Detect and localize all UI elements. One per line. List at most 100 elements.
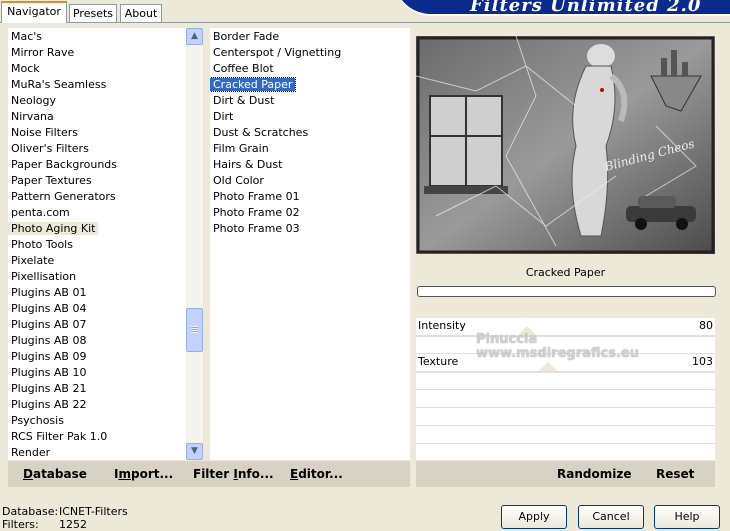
slider-intensity[interactable]: Intensity 80	[416, 318, 715, 337]
filters-count: 1252	[59, 518, 87, 531]
cancel-button[interactable]: Cancel	[578, 505, 644, 529]
preview-image: Blinding Cheos	[416, 36, 715, 254]
watermark-url: www.msdiregrafics.eu	[476, 346, 639, 361]
database-button[interactable]: Database	[23, 461, 87, 487]
item-label: Render	[11, 446, 51, 459]
tab-navigator[interactable]: Navigator	[1, 1, 67, 23]
filter-item[interactable]: Centerspot / Vignetting	[210, 45, 344, 61]
filter-item[interactable]: Coffee Blot	[210, 61, 277, 77]
category-item[interactable]: Plugins AB 04	[8, 301, 89, 317]
scroll-thumb[interactable]	[186, 308, 203, 352]
filter-item[interactable]: Photo Frame 01	[210, 189, 303, 205]
tab-about[interactable]: About	[120, 4, 162, 22]
reset-button[interactable]: Reset	[656, 461, 694, 487]
filter-item[interactable]: Cracked Paper	[210, 77, 297, 93]
param-label: Texture	[418, 355, 459, 368]
filter-item[interactable]: Film Grain	[210, 141, 272, 157]
category-item[interactable]: RCS Filter Pak 1.0	[8, 429, 110, 445]
item-label: penta.com	[11, 206, 70, 219]
item-label: Plugins AB 08	[11, 334, 87, 347]
editor-button[interactable]: Editor...	[290, 461, 343, 487]
category-item[interactable]: Photo Aging Kit	[8, 221, 99, 237]
filter-item[interactable]: Dirt	[210, 109, 236, 125]
item-label: Hairs & Dust	[213, 158, 283, 171]
category-item[interactable]: Photo Tools	[8, 237, 76, 253]
filter-item[interactable]: Dirt & Dust	[210, 93, 277, 109]
category-item[interactable]: Plugins AB 22	[8, 397, 89, 413]
category-item[interactable]: Pixellisation	[8, 269, 79, 285]
progress-bar	[417, 286, 716, 297]
filter-item[interactable]: Border Fade	[210, 29, 282, 45]
filter-list[interactable]: Border Fade Centerspot / Vignetting Coffee…	[210, 28, 410, 460]
watermark-name: Pinuccia	[476, 332, 538, 347]
category-item[interactable]: Nirvana	[8, 109, 57, 125]
category-item[interactable]: Psychosis	[8, 413, 67, 429]
category-item[interactable]: Oliver's Filters	[8, 141, 92, 157]
apply-button[interactable]: Apply	[501, 505, 567, 529]
category-item[interactable]: Paper Textures	[8, 173, 95, 189]
category-list[interactable]: Mac's Mirror Rave Mock MuRa's Seamless Neolo…	[8, 28, 186, 460]
category-item[interactable]: Plugins AB 21	[8, 381, 89, 397]
item-label: Photo Frame 01	[213, 190, 300, 203]
item-label: Border Fade	[213, 30, 280, 43]
preview-filter-name: Cracked Paper	[416, 263, 715, 283]
filter-item[interactable]: Photo Frame 03	[210, 221, 303, 237]
category-item[interactable]: Plugins AB 07	[8, 317, 89, 333]
tab-presets[interactable]: Presets	[69, 4, 117, 22]
help-button[interactable]: Help	[654, 505, 720, 529]
slider-handle[interactable]	[539, 362, 557, 371]
category-item[interactable]: Noise Filters	[8, 125, 81, 141]
item-label: Plugins AB 22	[11, 398, 87, 411]
item-label: Plugins AB 01	[11, 286, 87, 299]
category-scrollbar[interactable]: ▲ ▼	[186, 28, 203, 460]
item-label: MuRa's Seamless	[11, 78, 107, 91]
category-item[interactable]: MuRa's Seamless	[8, 77, 109, 93]
filter-item[interactable]: Photo Frame 02	[210, 205, 303, 221]
item-label: Pixellisation	[11, 270, 77, 283]
param-label: Intensity	[418, 319, 466, 332]
category-item[interactable]: penta.com	[8, 205, 73, 221]
randomize-button[interactable]: Randomize	[557, 461, 631, 487]
item-label: Oliver's Filters	[11, 142, 89, 155]
preview-artwork: Blinding Cheos	[416, 36, 715, 254]
scroll-down-button[interactable]: ▼	[186, 443, 203, 460]
item-label: RCS Filter Pak 1.0	[11, 430, 108, 443]
category-item[interactable]: Pattern Generators	[8, 189, 119, 205]
category-item[interactable]: Mirror Rave	[8, 45, 77, 61]
item-label: Cracked Paper	[210, 77, 297, 92]
category-item[interactable]: Plugins AB 01	[8, 285, 89, 301]
category-item[interactable]: Plugins AB 09	[8, 349, 89, 365]
filter-item[interactable]: Dust & Scratches	[210, 125, 311, 141]
item-label: Old Color	[213, 174, 264, 187]
filter-item[interactable]: Old Color	[210, 173, 267, 189]
category-item[interactable]: Paper Backgrounds	[8, 157, 120, 173]
category-item[interactable]: Pixelate	[8, 253, 57, 269]
filter-item[interactable]: Hairs & Dust	[210, 157, 285, 173]
item-label: Photo Frame 03	[213, 222, 300, 235]
category-item[interactable]: Mac's	[8, 29, 45, 45]
category-item[interactable]: Plugins AB 08	[8, 333, 89, 349]
item-label: Photo Aging Kit	[8, 222, 99, 235]
slider-grid	[416, 318, 715, 460]
item-label: Mac's	[11, 30, 43, 43]
scroll-up-button[interactable]: ▲	[186, 28, 203, 45]
database-value: ICNET-Filters	[59, 505, 128, 518]
item-label: Pattern Generators	[11, 190, 116, 203]
item-label: Dirt	[213, 110, 234, 123]
category-item[interactable]: Plugins AB 10	[8, 365, 89, 381]
item-label: Photo Tools	[11, 238, 73, 251]
filter-info-button[interactable]: Filter Info...	[193, 461, 274, 487]
item-label: Dirt & Dust	[213, 94, 275, 107]
item-label: Film Grain	[213, 142, 269, 155]
item-label: Nirvana	[11, 110, 54, 123]
category-item[interactable]: Neology	[8, 93, 59, 109]
category-item[interactable]: Render	[8, 445, 53, 460]
item-label: Mirror Rave	[11, 46, 75, 59]
item-label: Coffee Blot	[213, 62, 274, 75]
item-label: Dust & Scratches	[213, 126, 309, 139]
item-label: Pixelate	[11, 254, 55, 267]
parameter-sliders[interactable]: Intensity 80 Texture 103 Pinuccia www.ms…	[416, 318, 715, 460]
param-value: 80	[699, 319, 713, 332]
import-button[interactable]: Import...	[114, 461, 173, 487]
category-item[interactable]: Mock	[8, 61, 43, 77]
